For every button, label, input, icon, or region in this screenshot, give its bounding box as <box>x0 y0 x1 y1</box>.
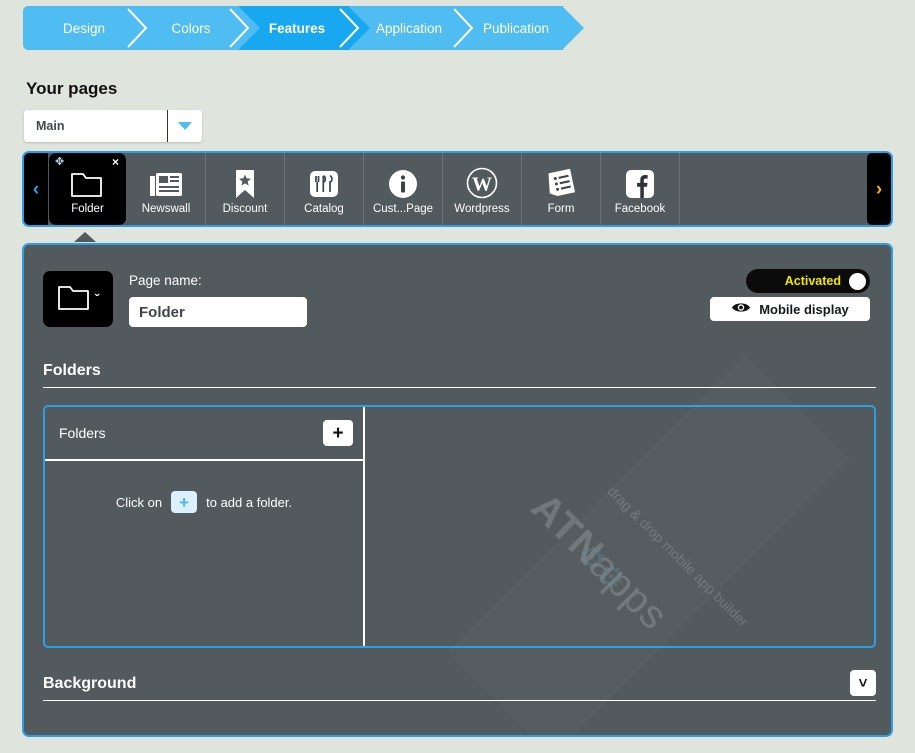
feature-tile-catalog[interactable]: Catalog <box>285 153 364 225</box>
chevron-down-icon: ˇ <box>94 291 100 307</box>
background-section-heading: Background ˅ <box>43 670 876 701</box>
wizard-step-label: Publication <box>482 20 550 36</box>
wizard-step-label: Colors <box>171 20 211 36</box>
facebook-icon <box>625 163 655 199</box>
feature-tile-wordpress[interactable]: W Wordpress <box>443 153 522 225</box>
wizard-step-label: Design <box>62 20 106 36</box>
toolbar-next-button[interactable]: › <box>867 153 891 225</box>
feature-toolbar: ‹ ✥ × Folder Newswall Discount Catalog C… <box>22 151 893 227</box>
feature-tile-discount[interactable]: Discount <box>206 153 285 225</box>
wizard-step-bar: Design Colors Features Application Publi… <box>23 6 584 50</box>
folder-icon <box>57 282 93 317</box>
toggle-knob[interactable] <box>849 272 866 290</box>
wordpress-icon: W <box>466 163 498 199</box>
mobile-display-button[interactable]: Mobile display <box>710 297 870 321</box>
wizard-step-label: Features <box>268 20 326 36</box>
feature-tile-label: Form <box>547 203 575 215</box>
feature-tile-label: Newswall <box>141 203 191 215</box>
wizard-step-application[interactable]: Application <box>349 6 484 50</box>
folders-section-heading: Folders <box>43 362 876 388</box>
activated-label: Activated <box>784 274 841 288</box>
feature-tile-label: Cust...Page <box>372 203 434 215</box>
eye-icon <box>731 301 751 317</box>
folders-list-title: Folders <box>59 425 106 441</box>
page-editor-panel: ATNapps drag & drop mobile app builder ⚙… <box>22 243 893 737</box>
add-folder-hint: Click on + to add a folder. <box>45 491 363 513</box>
hint-plus-icon: + <box>171 491 198 513</box>
form-document-icon <box>545 163 577 199</box>
wizard-step-colors[interactable]: Colors <box>137 6 260 50</box>
caret-down-icon <box>178 122 192 130</box>
mobile-display-label: Mobile display <box>759 301 849 317</box>
feature-tile-label: Wordpress <box>454 203 510 215</box>
svg-text:W: W <box>472 174 492 196</box>
folders-section: Folders <box>43 362 876 388</box>
step-arrow-head <box>562 6 584 50</box>
page-name-input[interactable] <box>129 297 307 327</box>
hint-text-after: to add a folder. <box>206 494 293 510</box>
feature-tile-label: Facebook <box>614 203 666 215</box>
cutlery-icon <box>309 163 339 199</box>
feature-tile-custom-page[interactable]: Cust...Page <box>364 153 443 225</box>
page-select-arrow-button[interactable] <box>168 110 202 142</box>
your-pages-title: Your pages <box>26 79 118 98</box>
toolbar-prev-button[interactable]: ‹ <box>24 153 48 225</box>
close-icon[interactable]: × <box>112 156 119 168</box>
activated-toggle[interactable]: Activated <box>746 269 870 293</box>
page-type-button[interactable]: ˇ <box>43 271 113 327</box>
wizard-step-publication[interactable]: Publication <box>463 6 584 50</box>
page-name-label: Page name: <box>129 273 202 288</box>
feature-tile-label: Discount <box>222 203 268 215</box>
feature-tile-newswall[interactable]: Newswall <box>127 153 206 225</box>
chevron-down-icon[interactable]: ˅ <box>850 670 876 696</box>
feature-tile-facebook[interactable]: Facebook <box>601 153 680 225</box>
folders-detail-pane <box>365 407 874 646</box>
page-select-value: Main <box>24 110 168 142</box>
page-select-dropdown[interactable]: Main <box>24 110 202 142</box>
folder-icon <box>70 163 106 199</box>
folders-list-header: Folders + <box>45 407 363 461</box>
selected-tile-pointer <box>74 232 96 242</box>
feature-tile-label: Folder <box>71 203 104 215</box>
add-folder-button[interactable]: + <box>323 420 353 446</box>
feature-tile-form[interactable]: Form <box>522 153 601 225</box>
folders-list-left: Folders + Click on + to add a folder. <box>45 407 365 646</box>
wizard-step-label: Application <box>375 20 443 36</box>
hint-text-before: Click on <box>115 494 163 510</box>
info-icon <box>388 163 418 199</box>
feature-tile-list: ✥ × Folder Newswall Discount Catalog Cus… <box>48 153 680 225</box>
wizard-step-features[interactable]: Features <box>239 6 370 50</box>
newspaper-icon <box>149 163 183 199</box>
feature-tile-label: Catalog <box>304 203 344 215</box>
background-section: Background ˅ <box>43 670 876 701</box>
move-handle-icon[interactable]: ✥ <box>55 157 64 168</box>
feature-tile-folder[interactable]: ✥ × Folder <box>49 153 126 225</box>
bookmark-star-icon <box>232 163 258 199</box>
wizard-step-design[interactable]: Design <box>23 6 158 50</box>
folders-list-box: Folders + Click on + to add a folder. <box>43 405 876 648</box>
